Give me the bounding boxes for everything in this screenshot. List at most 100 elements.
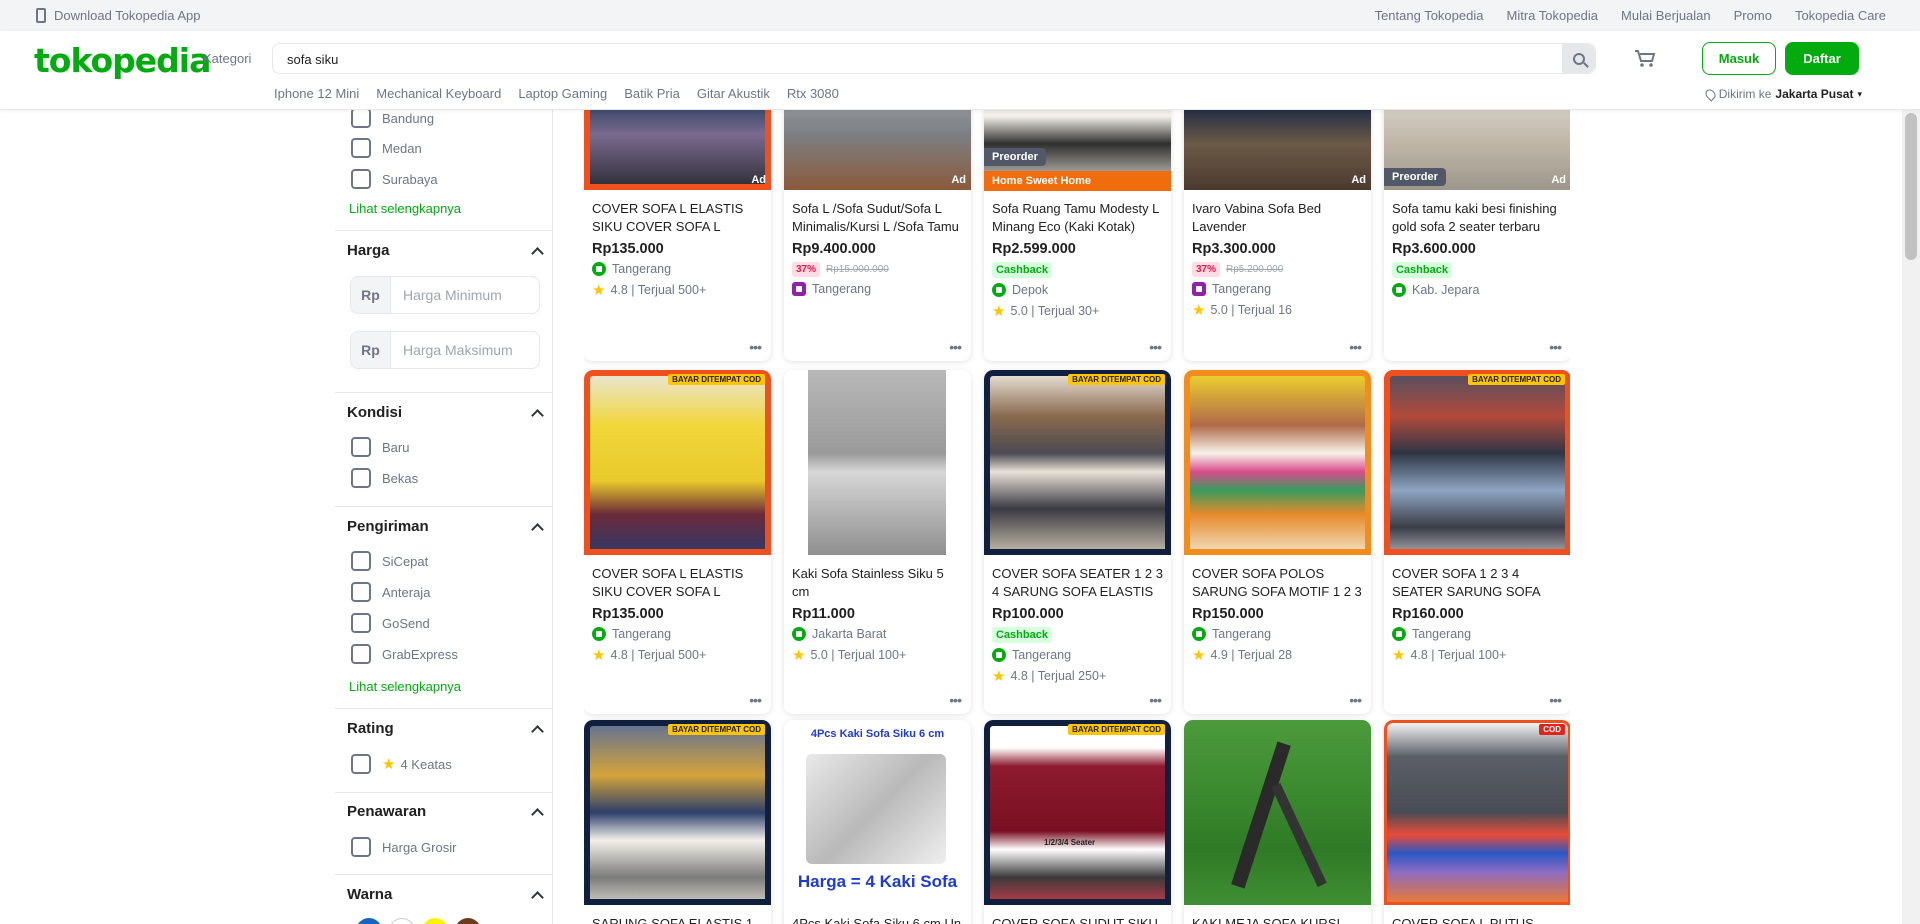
max-price-input[interactable]: Harga Maksimum xyxy=(391,332,513,368)
product-card[interactable]: BAYAR DITEMPAT COD 1/2/3/4 Seater COVER … xyxy=(984,720,1171,924)
color-swatch-white[interactable] xyxy=(389,918,415,924)
checkbox[interactable] xyxy=(351,644,371,664)
checkbox[interactable] xyxy=(351,837,371,857)
max-price-field[interactable]: Rp Harga Maksimum xyxy=(350,331,540,369)
checkbox[interactable] xyxy=(351,138,371,158)
product-image[interactable]: Preorder Ad xyxy=(1384,110,1570,190)
product-name[interactable]: Ivaro Vabina Sofa Bed Lavender xyxy=(1192,200,1363,236)
product-name[interactable]: Kaki Sofa Stainless Siku 5 cm xyxy=(792,565,963,601)
min-price-input[interactable]: Harga Minimum xyxy=(391,277,502,313)
checkbox[interactable] xyxy=(351,613,371,633)
checkbox[interactable] xyxy=(351,110,371,128)
color-swatch-blue[interactable] xyxy=(356,918,382,924)
logo[interactable]: tokopedia xyxy=(34,41,211,80)
product-name[interactable]: COVER SOFA SUDUT SIKU L xyxy=(992,915,1163,924)
product-name[interactable]: Sofa tamu kaki besi finishing gold sofa … xyxy=(1392,200,1563,236)
link-promo[interactable]: Promo xyxy=(1734,8,1772,23)
cart-icon[interactable] xyxy=(1634,49,1656,69)
more-options-icon[interactable]: ••• xyxy=(1549,339,1562,355)
product-card[interactable]: Ad Sofa L /Sofa Sudut/Sofa L Minimalis/K… xyxy=(784,110,971,361)
color-swatch-yellow[interactable] xyxy=(422,918,448,924)
product-card[interactable]: KAKI MEJA SOFA KURSI BESI xyxy=(1184,720,1371,924)
more-options-icon[interactable]: ••• xyxy=(749,339,762,355)
product-card[interactable]: BAYAR DITEMPAT COD COVER SOFA SEATER 1 2… xyxy=(984,370,1171,714)
trending-keyword[interactable]: Iphone 12 Mini xyxy=(274,86,359,101)
chevron-up-icon[interactable] xyxy=(531,523,544,536)
product-card[interactable]: Preorder Ad Sofa tamu kaki besi finishin… xyxy=(1384,110,1570,361)
product-image[interactable] xyxy=(784,370,971,555)
section-title-penawaran[interactable]: Penawaran xyxy=(347,803,426,820)
filter-location-medan[interactable]: Medan xyxy=(351,138,422,158)
product-card[interactable]: COVER SOFA POLOS SARUNG SOFA MOTIF 1 2 3… xyxy=(1184,370,1371,714)
section-title-warna[interactable]: Warna xyxy=(347,886,392,903)
trending-keyword[interactable]: Mechanical Keyboard xyxy=(376,86,501,101)
product-name[interactable]: Sofa L /Sofa Sudut/Sofa L Minimalis/Kurs… xyxy=(792,200,963,236)
product-card[interactable]: BAYAR DITEMPAT COD COVER SOFA L ELASTIS … xyxy=(584,370,771,714)
product-name[interactable]: COVER SOFA L ELASTIS SIKU COVER SOFA L S… xyxy=(592,565,763,601)
chevron-up-icon[interactable] xyxy=(531,409,544,422)
filter-harga-grosir[interactable]: Harga Grosir xyxy=(351,837,456,857)
filter-kondisi-bekas[interactable]: Bekas xyxy=(351,468,418,488)
link-mitra[interactable]: Mitra Tokopedia xyxy=(1506,8,1598,23)
product-name[interactable]: 4Pcs Kaki Sofa Siku 6 cm Un xyxy=(792,915,963,924)
search-bar[interactable]: sofa siku xyxy=(272,43,1596,74)
trending-keyword[interactable]: Laptop Gaming xyxy=(518,86,607,101)
checkbox[interactable] xyxy=(351,754,371,774)
section-title-kondisi[interactable]: Kondisi xyxy=(347,404,402,421)
product-image[interactable]: Ad xyxy=(784,110,971,190)
product-image[interactable] xyxy=(1184,370,1371,555)
product-image[interactable]: BAYAR DITEMPAT COD 1/2/3/4 Seater xyxy=(984,720,1171,905)
product-name[interactable]: KAKI MEJA SOFA KURSI BESI xyxy=(1192,915,1363,924)
section-title-rating[interactable]: Rating xyxy=(347,720,394,737)
more-options-icon[interactable]: ••• xyxy=(1349,339,1362,355)
filter-location-surabaya[interactable]: Surabaya xyxy=(351,169,438,189)
checkbox[interactable] xyxy=(351,551,371,571)
product-card[interactable]: 4Pcs Kaki Sofa Siku 6 cm Harga = 4 Kaki … xyxy=(784,720,971,924)
product-card[interactable]: Ad COVER SOFA L ELASTIS SIKU COVER SOFA … xyxy=(584,110,771,361)
filter-kurir-anteraja[interactable]: Anteraja xyxy=(351,582,430,602)
filter-kurir-gosend[interactable]: GoSend xyxy=(351,613,430,633)
product-name[interactable]: Sofa Ruang Tamu Modesty L Minang Eco (Ka… xyxy=(992,200,1163,236)
search-input[interactable]: sofa siku xyxy=(287,52,338,67)
checkbox[interactable] xyxy=(351,468,371,488)
product-image[interactable]: BAYAR DITEMPAT COD xyxy=(984,370,1171,555)
more-options-icon[interactable]: ••• xyxy=(1149,692,1162,708)
link-mulai-berjualan[interactable]: Mulai Berjualan xyxy=(1621,8,1711,23)
trending-keyword[interactable]: Rtx 3080 xyxy=(787,86,839,101)
product-name[interactable]: SARUNG SOFA ELASTIS 1 2 xyxy=(592,915,763,924)
more-options-icon[interactable]: ••• xyxy=(949,339,962,355)
product-image[interactable]: 4Pcs Kaki Sofa Siku 6 cm Harga = 4 Kaki … xyxy=(784,720,971,905)
filter-kondisi-baru[interactable]: Baru xyxy=(351,437,409,457)
product-name[interactable]: COVER SOFA L ELASTIS SIKU COVER SOFA L S… xyxy=(592,200,763,236)
more-options-icon[interactable]: ••• xyxy=(1349,692,1362,708)
filter-kurir-sicepat[interactable]: SiCepat xyxy=(351,551,428,571)
see-more-couriers[interactable]: Lihat selengkapnya xyxy=(349,679,461,694)
product-image[interactable]: Ad xyxy=(584,110,771,190)
product-name[interactable]: COVER SOFA POLOS SARUNG SOFA MOTIF 1 2 3… xyxy=(1192,565,1363,601)
filter-rating-4[interactable]: ★ 4 Keatas xyxy=(351,754,452,774)
section-title-harga[interactable]: Harga xyxy=(347,242,390,259)
download-app-link[interactable]: Download Tokopedia App xyxy=(36,8,201,23)
product-image[interactable]: COD xyxy=(1384,720,1570,905)
product-name[interactable]: COVER SOFA L PUTUS SAR xyxy=(1392,915,1563,924)
product-card[interactable]: COD COVER SOFA L PUTUS SAR xyxy=(1384,720,1570,924)
product-card[interactable]: BAYAR DITEMPAT COD SARUNG SOFA ELASTIS 1… xyxy=(584,720,771,924)
chevron-up-icon[interactable] xyxy=(531,247,544,260)
link-tentang[interactable]: Tentang Tokopedia xyxy=(1375,8,1484,23)
product-image[interactable]: Ad xyxy=(1184,110,1371,190)
search-button[interactable] xyxy=(1562,44,1595,73)
product-image[interactable] xyxy=(1184,720,1371,905)
scrollbar-thumb[interactable] xyxy=(1905,113,1917,260)
section-title-pengiriman[interactable]: Pengiriman xyxy=(347,518,429,535)
product-name[interactable]: COVER SOFA SEATER 1 2 3 4 SARUNG SOFA EL… xyxy=(992,565,1163,601)
chevron-up-icon[interactable] xyxy=(531,725,544,738)
product-image[interactable]: BAYAR DITEMPAT COD xyxy=(584,370,771,555)
kategori-button[interactable]: Kategori xyxy=(203,51,251,66)
filter-kurir-grabexpress[interactable]: GrabExpress xyxy=(351,644,458,664)
product-name[interactable]: COVER SOFA 1 2 3 4 SEATER SARUNG SOFA KU… xyxy=(1392,565,1563,601)
product-card[interactable]: BAYAR DITEMPAT COD COVER SOFA 1 2 3 4 SE… xyxy=(1384,370,1570,714)
product-image[interactable]: BAYAR DITEMPAT COD xyxy=(584,720,771,905)
min-price-field[interactable]: Rp Harga Minimum xyxy=(350,276,540,314)
link-care[interactable]: Tokopedia Care xyxy=(1795,8,1886,23)
trending-keyword[interactable]: Batik Pria xyxy=(624,86,680,101)
